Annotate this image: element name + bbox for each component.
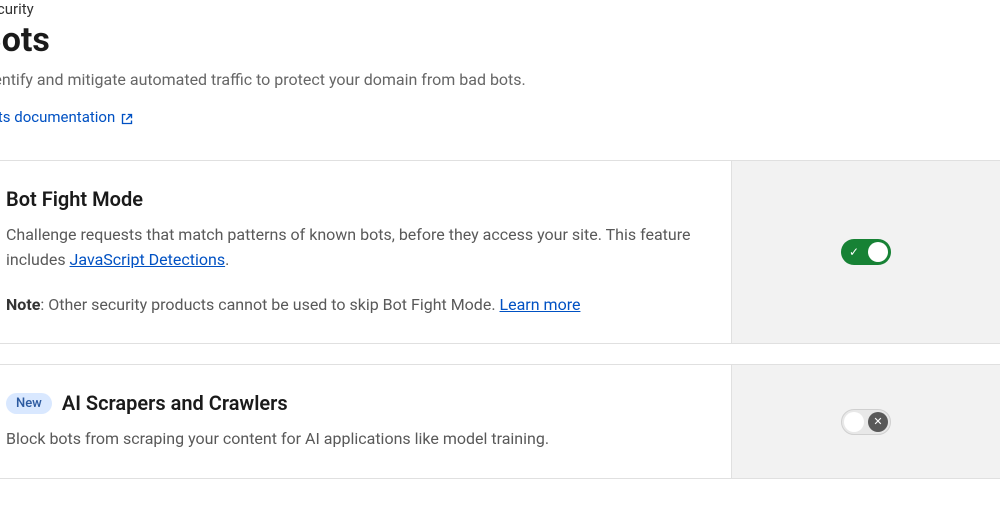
new-badge: New [6, 393, 52, 414]
javascript-detections-link[interactable]: JavaScript Detections [70, 250, 226, 269]
bots-documentation-link[interactable]: Bots documentation [0, 108, 133, 126]
ai-scrapers-title: AI Scrapers and Crawlers [62, 391, 288, 415]
bot-fight-mode-card: Bot Fight Mode Challenge requests that m… [0, 160, 1000, 344]
bot-fight-mode-description: Challenge requests that match patterns o… [6, 223, 711, 273]
breadcrumb[interactable]: Security [0, 0, 1000, 18]
page-title: Bots [0, 20, 1000, 60]
bot-fight-mode-title: Bot Fight Mode [6, 187, 711, 211]
bot-fight-mode-toggle[interactable]: ✓ [841, 239, 891, 265]
doc-link-text: Bots documentation [0, 108, 115, 126]
check-icon: ✓ [849, 246, 859, 258]
ai-scrapers-toggle[interactable]: ✕ [841, 409, 891, 435]
external-link-icon [121, 111, 133, 123]
x-icon: ✕ [868, 412, 888, 432]
ai-scrapers-description: Block bots from scraping your content fo… [6, 427, 711, 452]
bot-fight-mode-note: Note: Other security products cannot be … [6, 293, 711, 318]
page-subtitle: Identify and mitigate automated traffic … [0, 70, 1000, 89]
learn-more-link[interactable]: Learn more [500, 295, 581, 314]
ai-scrapers-card: New AI Scrapers and Crawlers Block bots … [0, 364, 1000, 479]
